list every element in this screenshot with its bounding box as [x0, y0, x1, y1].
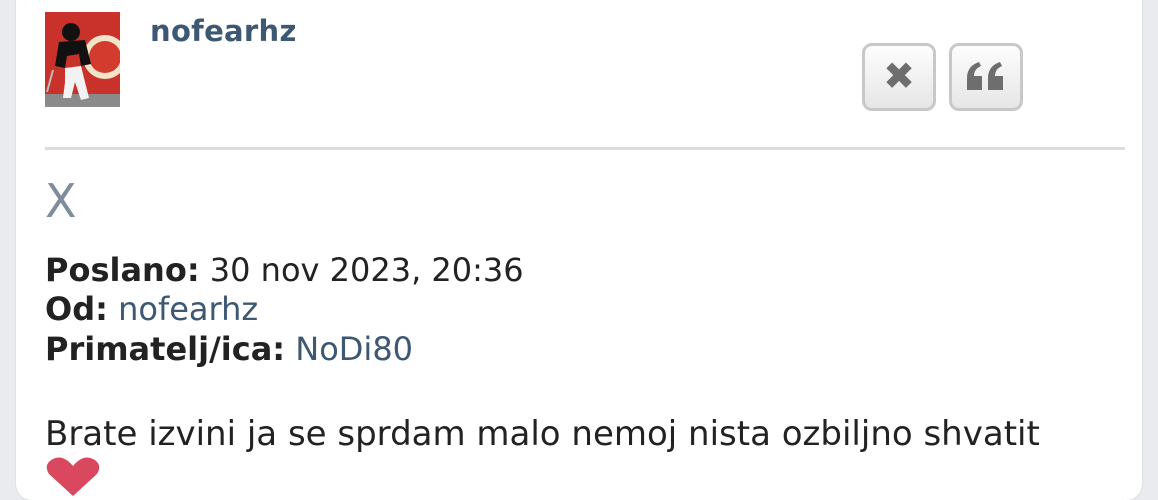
close-icon: ✖	[883, 54, 915, 98]
avatar[interactable]	[45, 12, 120, 107]
from-user-link[interactable]: nofearhz	[118, 290, 258, 328]
avatar-image	[45, 12, 120, 107]
sent-value: 30 nov 2023, 20:36	[209, 251, 524, 289]
recipient-row: Primatelj/ica: NoDi80	[45, 333, 413, 365]
from-label: Od:	[45, 290, 108, 328]
from-row: Od: nofearhz	[45, 293, 258, 325]
recipient-label: Primatelj/ica:	[45, 330, 286, 368]
sent-label: Poslano:	[45, 251, 200, 289]
delete-button[interactable]: ✖	[862, 43, 936, 111]
username-link[interactable]: nofearhz	[150, 14, 297, 48]
quote-icon	[967, 62, 1003, 90]
divider	[45, 147, 1125, 150]
sent-row: Poslano: 30 nov 2023, 20:36	[45, 254, 524, 286]
heart-icon	[46, 457, 100, 496]
quote-button[interactable]	[949, 43, 1023, 111]
message-body: Brate izvini ja se sprdam malo nemoj nis…	[45, 414, 1040, 454]
recipient-user-link[interactable]: NoDi80	[295, 330, 413, 368]
message-subject: X	[45, 174, 77, 228]
